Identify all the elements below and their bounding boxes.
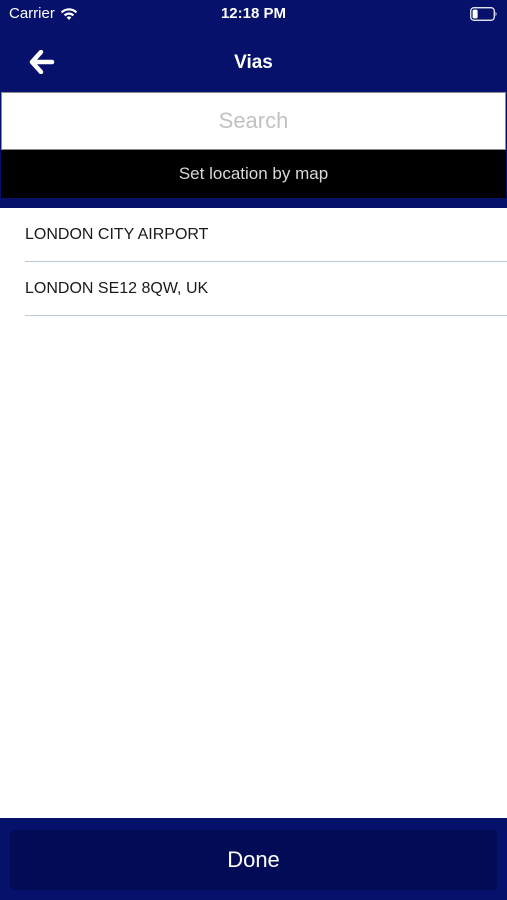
- list-item-label: LONDON SE12 8QW, UK: [25, 279, 209, 297]
- nav-bar: Vias: [0, 36, 507, 92]
- app-screen: Carrier 12:18 PM Vias Search Set locatio…: [0, 0, 507, 900]
- list-item[interactable]: LONDON CITY AIRPORT: [25, 208, 507, 262]
- header: Carrier 12:18 PM Vias: [0, 0, 507, 92]
- search-input[interactable]: [1, 92, 506, 150]
- set-location-by-map-button[interactable]: Set location by map: [1, 150, 506, 198]
- battery-icon: [470, 7, 498, 21]
- results-list: LONDON CITY AIRPORT LONDON SE12 8QW, UK: [0, 208, 507, 316]
- status-time: 12:18 PM: [220, 5, 287, 22]
- list-item-label: LONDON CITY AIRPORT: [25, 225, 209, 243]
- status-bar: Carrier 12:18 PM: [0, 0, 507, 28]
- footer: Done: [0, 818, 507, 900]
- search-block: Set location by map: [0, 92, 507, 208]
- list-item[interactable]: LONDON SE12 8QW, UK: [25, 262, 507, 316]
- done-label: Done: [227, 847, 280, 872]
- set-location-by-map-label: Set location by map: [178, 164, 329, 183]
- done-button[interactable]: Done: [10, 830, 497, 890]
- page-title: Vias: [234, 52, 273, 73]
